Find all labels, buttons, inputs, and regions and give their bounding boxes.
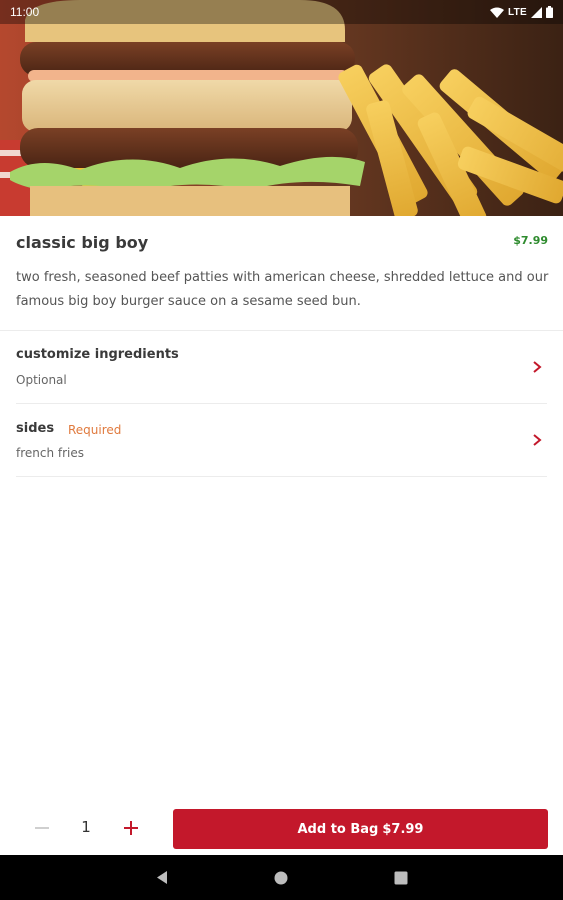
network-type: LTE — [507, 6, 527, 18]
option-subtitle: french fries — [16, 446, 85, 460]
option-title: sides — [16, 421, 55, 436]
required-badge: Required — [68, 423, 122, 437]
option-title: customize ingredients — [16, 347, 179, 362]
back-icon[interactable] — [155, 870, 169, 885]
status-bar: 11:00 LTE — [0, 0, 563, 24]
burger-photo — [0, 0, 563, 216]
chevron-right-icon — [533, 434, 542, 446]
home-icon[interactable] — [274, 871, 288, 885]
navigation-bar — [0, 855, 563, 900]
signal-icon — [531, 6, 542, 18]
hero-image — [0, 0, 563, 216]
decrease-quantity-button[interactable] — [33, 818, 51, 838]
add-to-bag-price: $7.99 — [382, 821, 424, 837]
wifi-icon — [489, 7, 504, 18]
increase-quantity-button[interactable] — [121, 818, 141, 838]
quantity-value: 1 — [81, 818, 91, 836]
item-price: $7.99 — [513, 234, 548, 247]
item-description: two fresh, seasoned beef patties with am… — [16, 270, 549, 309]
option-subtitle: Optional — [16, 373, 67, 387]
divider — [16, 476, 547, 477]
add-to-bag-button[interactable]: Add to Bag $7.99 — [173, 809, 548, 849]
status-time: 11:00 — [10, 5, 40, 19]
battery-icon — [546, 6, 553, 18]
item-title: classic big boy — [16, 233, 149, 252]
status-icons: LTE — [489, 6, 553, 18]
recent-apps-icon[interactable] — [394, 871, 408, 885]
option-customize-ingredients[interactable]: customize ingredients Optional — [0, 331, 563, 403]
add-to-bag-label: Add to Bag — [297, 821, 379, 837]
chevron-right-icon — [533, 361, 542, 373]
option-sides[interactable]: sides Required french fries — [0, 404, 563, 476]
